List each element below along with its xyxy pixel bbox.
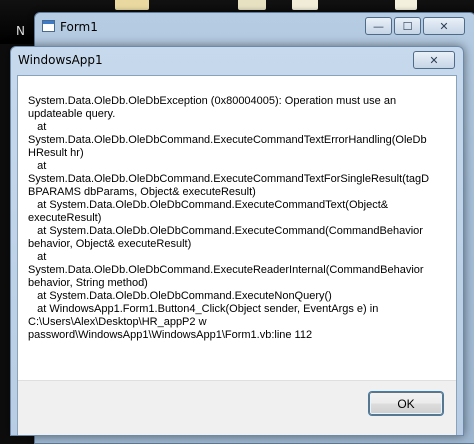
app-window-icon <box>42 20 55 32</box>
close-icon: ✕ <box>429 53 439 67</box>
form1-title: Form1 <box>60 20 98 34</box>
form1-caption-buttons: — ☐ ✕ <box>365 17 465 35</box>
dialog-button-bar: OK <box>18 380 456 435</box>
desktop-thumbnail <box>292 0 318 10</box>
desktop-thumbnail <box>238 0 266 10</box>
maximize-button[interactable]: ☐ <box>394 17 421 35</box>
dialog-title: WindowsApp1 <box>18 53 103 67</box>
dialog-client-area: System.Data.OleDb.OleDbException (0x8000… <box>17 75 457 435</box>
desktop-label: N <box>16 24 25 38</box>
error-dialog: WindowsApp1 ✕ System.Data.OleDb.OleDbExc… <box>10 46 464 436</box>
ok-button[interactable]: OK <box>369 392 443 415</box>
desktop-thumbnail <box>115 0 149 10</box>
form1-close-button[interactable]: ✕ <box>423 17 465 35</box>
error-message: System.Data.OleDb.OleDbException (0x8000… <box>28 95 430 341</box>
minimize-button[interactable]: — <box>365 17 392 35</box>
close-icon: ✕ <box>439 19 449 33</box>
ok-button-label: OK <box>397 396 415 411</box>
dialog-close-button[interactable]: ✕ <box>413 51 455 69</box>
minimize-icon: — <box>373 19 384 33</box>
maximize-icon: ☐ <box>402 19 413 33</box>
desktop-thumbnail <box>395 0 417 10</box>
